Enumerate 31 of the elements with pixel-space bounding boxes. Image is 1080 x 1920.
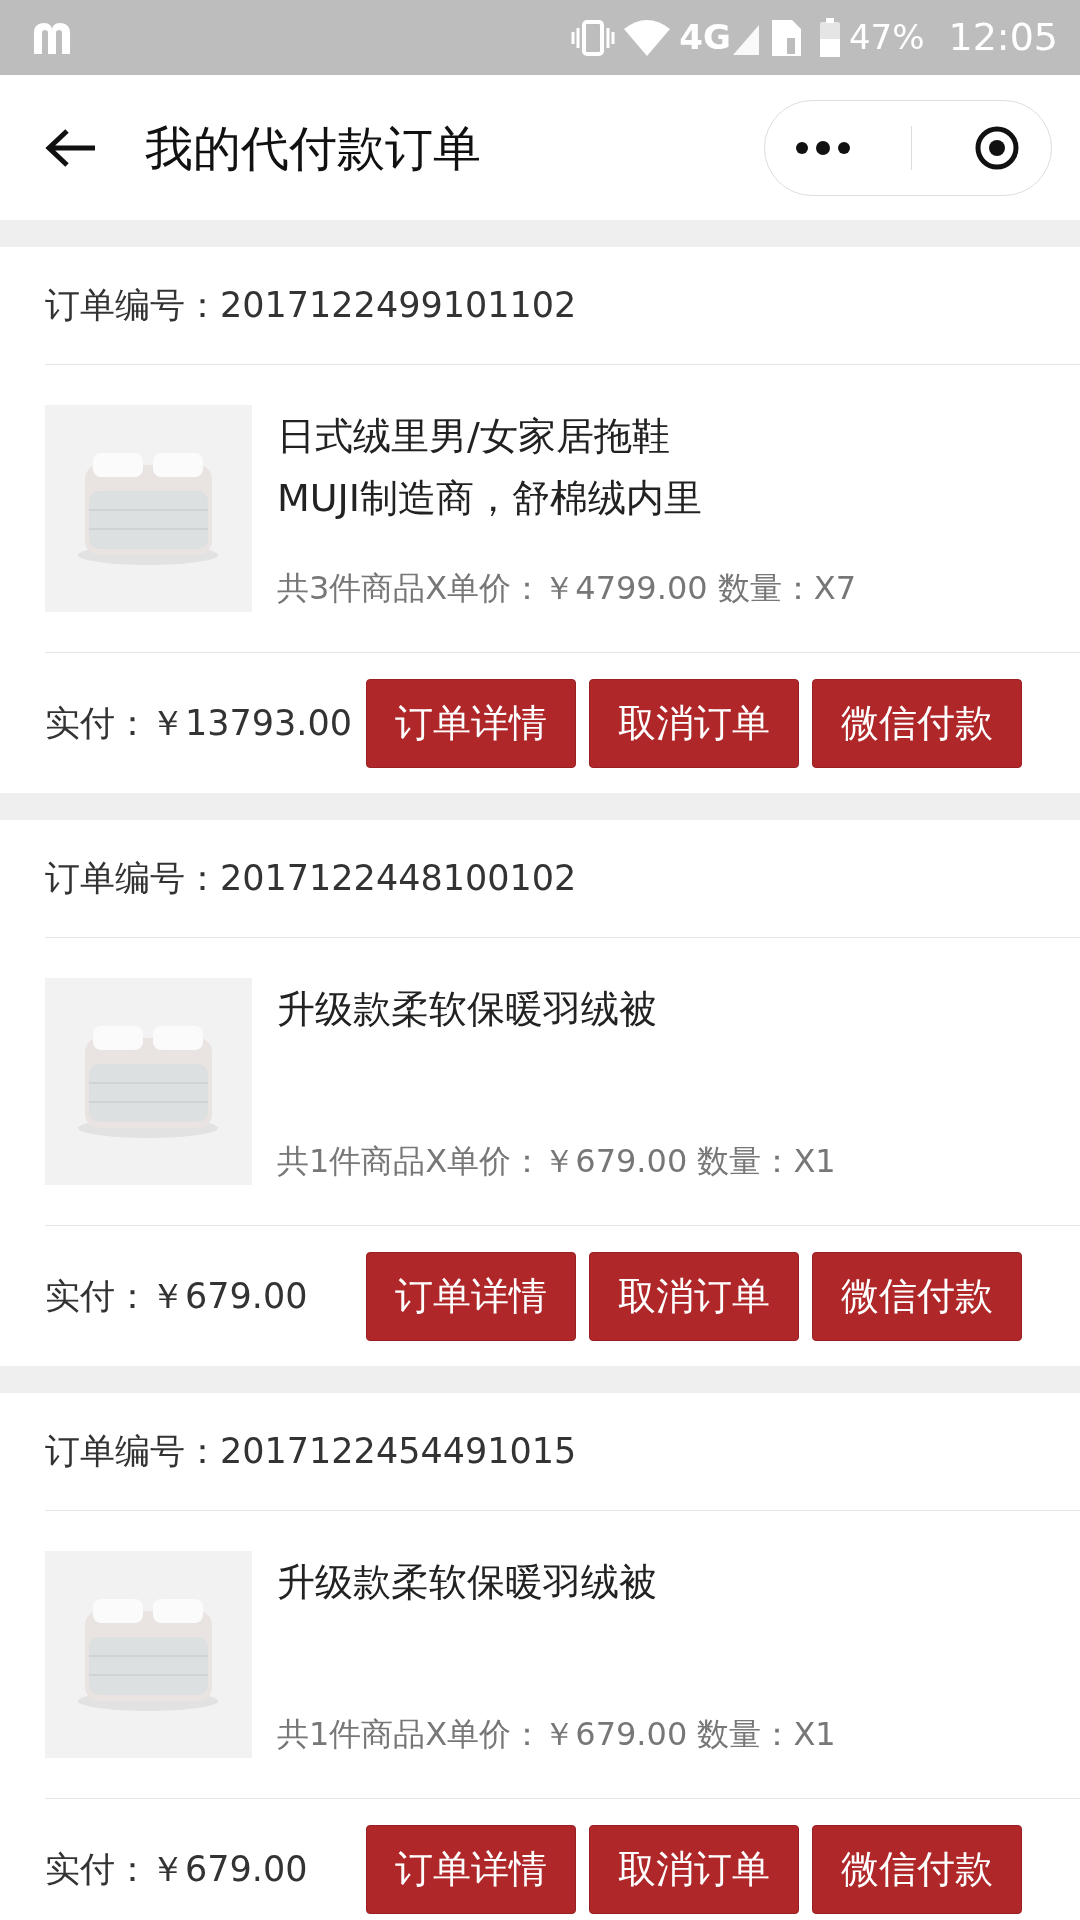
more-icon[interactable] bbox=[795, 140, 852, 155]
order-action-button[interactable]: 订单详情 bbox=[366, 1251, 576, 1341]
paid-amount: 实付：￥679.00 bbox=[45, 1274, 309, 1318]
order-number: 订单编号：2017122499101102 bbox=[44, 284, 578, 328]
clock-time: 12:05 bbox=[948, 14, 1058, 61]
order-action-button[interactable]: 取消订单 bbox=[589, 1824, 799, 1914]
product-summary: 共3件商品X单价：￥4799.00 数量：X7 bbox=[277, 568, 857, 609]
back-icon[interactable] bbox=[45, 127, 97, 168]
order-action-button[interactable]: 订单详情 bbox=[366, 1824, 576, 1914]
battery-icon bbox=[818, 17, 841, 58]
product-title: 升级款柔软保暖羽绒被 bbox=[277, 1559, 658, 1606]
vibrate-icon bbox=[571, 17, 616, 58]
order-action-button[interactable]: 取消订单 bbox=[589, 1251, 799, 1341]
paid-amount: 实付：￥13793.00 bbox=[45, 701, 353, 745]
order-number: 订单编号：2017122448100102 bbox=[44, 857, 578, 901]
product-title: MUJI制造商，舒棉绒内里 bbox=[277, 475, 703, 522]
paid-amount: 实付：￥679.00 bbox=[45, 1847, 309, 1891]
order-action-button[interactable]: 微信付款 bbox=[812, 678, 1022, 768]
product-summary: 共1件商品X单价：￥679.00 数量：X1 bbox=[277, 1141, 836, 1182]
order-action-button[interactable]: 微信付款 bbox=[812, 1824, 1022, 1914]
wifi-icon bbox=[623, 18, 672, 57]
order-number: 订单编号：2017122454491015 bbox=[44, 1430, 578, 1474]
battery-percent: 47% bbox=[848, 16, 925, 59]
page-title: 我的代付款订单 bbox=[145, 118, 482, 178]
order-action-button[interactable]: 微信付款 bbox=[812, 1251, 1022, 1341]
product-title: 日式绒里男/女家居拖鞋 bbox=[277, 413, 671, 460]
product-title: 升级款柔软保暖羽绒被 bbox=[277, 986, 658, 1033]
network-label: 4G bbox=[679, 16, 731, 59]
product-summary: 共1件商品X单价：￥679.00 数量：X1 bbox=[277, 1714, 836, 1755]
order-action-button[interactable]: 订单详情 bbox=[366, 678, 576, 768]
order-action-button[interactable]: 取消订单 bbox=[589, 678, 799, 768]
